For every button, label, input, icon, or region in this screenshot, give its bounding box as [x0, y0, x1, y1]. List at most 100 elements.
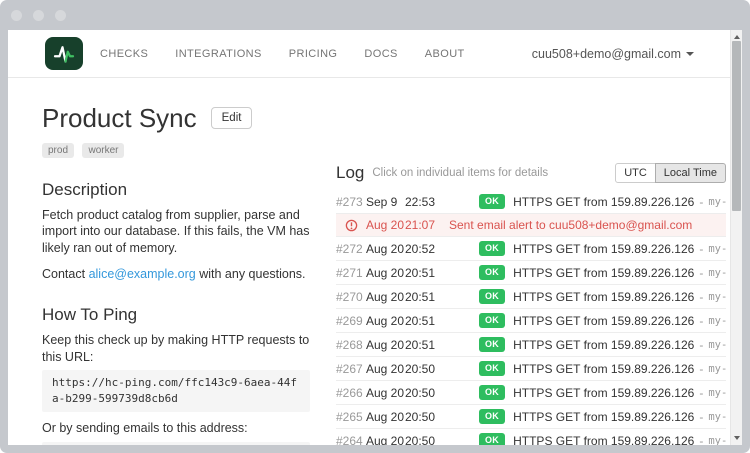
ping-date: Aug 20 — [366, 314, 405, 328]
ping-date: Aug 20 — [366, 242, 405, 256]
nav-item-integrations[interactable]: INTEGRATIONS — [175, 48, 262, 60]
ping-date: Aug 20 — [366, 290, 405, 304]
ping-message: HTTPS GET from 159.89.226.126 — [513, 362, 694, 376]
ping-name: my-fancy-sy… — [708, 315, 726, 327]
ping-message: HTTPS GET from 159.89.226.126 — [513, 314, 694, 328]
ping-number: #268 — [336, 338, 366, 352]
log-row[interactable]: #270 Aug 20 20:51 OK HTTPS GET from 159.… — [336, 285, 726, 309]
ping-number: #269 — [336, 314, 366, 328]
log-column: Log Click on individual items for detail… — [336, 163, 726, 445]
nav-item-about[interactable]: ABOUT — [425, 48, 465, 60]
ping-message: HTTPS GET from 159.89.226.126 — [513, 410, 694, 424]
log-row[interactable]: #266 Aug 20 20:50 OK HTTPS GET from 159.… — [336, 381, 726, 405]
ping-name: my-fancy-sy… — [708, 411, 726, 423]
log-rows: #273 Sep 9 22:53 OK HTTPS GET from 159.8… — [336, 190, 726, 445]
window-control-dot[interactable] — [33, 10, 44, 21]
ping-number: #272 — [336, 242, 366, 256]
log-row[interactable]: #264 Aug 20 20:50 OK HTTPS GET from 159.… — [336, 429, 726, 445]
ping-message: HTTPS GET from 159.89.226.126 — [513, 266, 694, 280]
log-header: Log Click on individual items for detail… — [336, 163, 726, 183]
ping-separator: - — [699, 242, 703, 256]
utc-button[interactable]: UTC — [615, 163, 656, 183]
ping-name: my-fancy-sy… — [708, 267, 726, 279]
log-row[interactable]: Aug 20 21:07 Sent email alert to cuu508+… — [336, 214, 726, 237]
window-frame: CHECKS INTEGRATIONS PRICING DOCS ABOUT c… — [0, 0, 750, 453]
tag-badge: prod — [42, 143, 74, 158]
ok-badge: OK — [479, 385, 505, 400]
ping-date: Aug 20 — [366, 434, 405, 445]
ping-date: Aug 20 — [366, 362, 405, 376]
ping-time: 20:51 — [405, 290, 437, 304]
edit-button[interactable]: Edit — [211, 107, 253, 129]
ping-name: my-fancy-sy… — [708, 291, 726, 303]
scrollbar[interactable] — [730, 30, 742, 445]
ok-badge: OK — [479, 194, 505, 209]
ping-separator: - — [699, 362, 703, 376]
nav-item-docs[interactable]: DOCS — [364, 48, 397, 60]
tag-list: prod worker — [42, 140, 310, 158]
healthchecks-logo[interactable] — [45, 37, 83, 70]
http-ping-label: Keep this check up by making HTTP reques… — [42, 332, 310, 365]
window-titlebar — [0, 0, 750, 30]
ping-url-code: https://hc-ping.com/ffc143c9-6aea-44fa-b… — [42, 370, 310, 412]
ok-badge: OK — [479, 313, 505, 328]
ping-date: Aug 20 — [366, 266, 405, 280]
window-control-dot[interactable] — [11, 10, 22, 21]
ping-date: Aug 20 — [366, 386, 405, 400]
triangle-down-icon — [734, 436, 740, 440]
ping-message: HTTPS GET from 159.89.226.126 — [513, 242, 694, 256]
scroll-down-arrow[interactable] — [731, 433, 742, 443]
local-time-button[interactable]: Local Time — [655, 163, 726, 183]
contact-email-link[interactable]: alice@example.org — [89, 267, 196, 281]
log-row[interactable]: #267 Aug 20 20:50 OK HTTPS GET from 159.… — [336, 357, 726, 381]
ping-time: 20:50 — [405, 386, 437, 400]
tag-badge: worker — [82, 143, 124, 158]
log-row[interactable]: #268 Aug 20 20:51 OK HTTPS GET from 159.… — [336, 333, 726, 357]
ping-name: my-fancy-sy… — [708, 339, 726, 351]
ping-separator: - — [699, 266, 703, 280]
ping-date: Sep 9 — [366, 195, 405, 209]
timezone-toggle: UTC Local Time — [615, 163, 726, 183]
ping-message: HTTPS GET from 159.89.226.126 — [513, 195, 694, 209]
ping-name: my-fancy-sy… — [708, 435, 726, 445]
ping-message: HTTPS GET from 159.89.226.126 — [513, 290, 694, 304]
check-details-column: Product Sync Edit prod worker Descriptio… — [42, 104, 310, 445]
log-row[interactable]: #269 Aug 20 20:51 OK HTTPS GET from 159.… — [336, 309, 726, 333]
ping-separator: - — [699, 434, 703, 445]
nav-item-checks[interactable]: CHECKS — [100, 48, 148, 60]
ping-separator: - — [699, 386, 703, 400]
ok-badge: OK — [479, 241, 505, 256]
log-row[interactable]: #265 Aug 20 20:50 OK HTTPS GET from 159.… — [336, 405, 726, 429]
ping-separator: - — [699, 338, 703, 352]
browser-viewport: CHECKS INTEGRATIONS PRICING DOCS ABOUT c… — [8, 30, 742, 445]
main-content: Product Sync Edit prod worker Descriptio… — [8, 78, 742, 445]
log-row[interactable]: #273 Sep 9 22:53 OK HTTPS GET from 159.8… — [336, 190, 726, 214]
log-row[interactable]: #272 Aug 20 20:52 OK HTTPS GET from 159.… — [336, 237, 726, 261]
ping-name: my-fancy-sy… — [708, 243, 726, 255]
pulse-icon — [52, 42, 76, 66]
ok-badge: OK — [479, 265, 505, 280]
ok-badge: OK — [479, 337, 505, 352]
log-row[interactable]: #271 Aug 20 20:51 OK HTTPS GET from 159.… — [336, 261, 726, 285]
ping-separator: - — [699, 195, 703, 209]
window-control-dot[interactable] — [55, 10, 66, 21]
log-subtitle: Click on individual items for details — [372, 167, 548, 179]
alert-icon — [336, 219, 366, 232]
ping-date: Aug 20 — [366, 410, 405, 424]
ping-name: my-fancy-sy… — [708, 363, 726, 375]
account-email: cuu508+demo@gmail.com — [532, 47, 681, 61]
ping-number: #273 — [336, 195, 366, 209]
ping-number: #271 — [336, 266, 366, 280]
ping-date: Aug 20 — [366, 218, 405, 232]
ok-badge: OK — [479, 289, 505, 304]
ping-time: 20:50 — [405, 410, 437, 424]
account-menu[interactable]: cuu508+demo@gmail.com — [532, 47, 694, 61]
ping-time: 21:07 — [405, 218, 437, 232]
scrollbar-thumb[interactable] — [732, 41, 741, 211]
ping-time: 20:50 — [405, 434, 437, 445]
nav-item-pricing[interactable]: PRICING — [289, 48, 338, 60]
nav-links: CHECKS INTEGRATIONS PRICING DOCS ABOUT — [100, 48, 465, 60]
triangle-up-icon — [734, 35, 740, 39]
ping-number: #264 — [336, 434, 366, 445]
ping-time: 20:52 — [405, 242, 437, 256]
